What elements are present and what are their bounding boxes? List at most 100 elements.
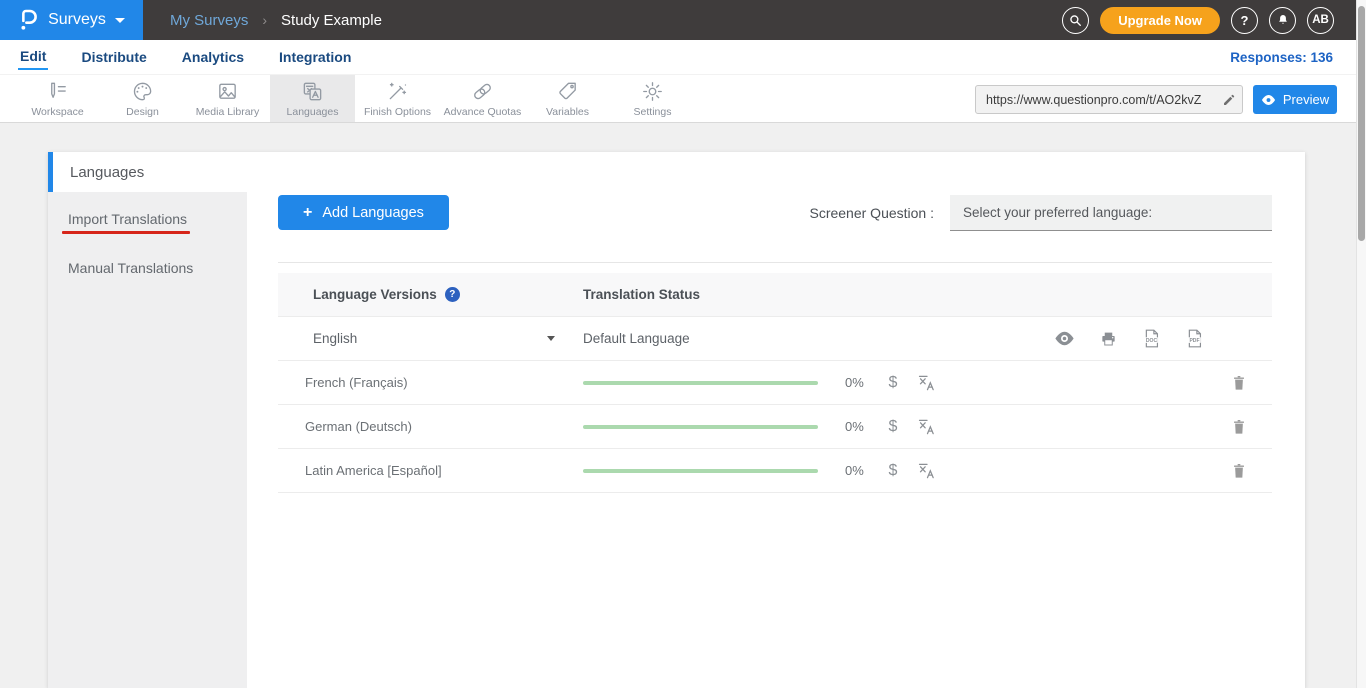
translation-progress-bar — [583, 469, 818, 473]
toolbar-item-label: Languages — [287, 106, 339, 118]
palette-icon — [131, 80, 154, 103]
sidebar-item-import-translations[interactable]: Import Translations — [48, 198, 247, 247]
language-name: German (Deutsch) — [278, 419, 583, 434]
breadcrumb-separator-icon: › — [262, 12, 267, 28]
translation-percent: 0% — [845, 463, 869, 478]
chevron-down-icon — [547, 336, 555, 341]
default-language-status: Default Language — [583, 331, 690, 346]
toolbar-item-settings[interactable]: Settings — [610, 75, 695, 122]
toolbar-item-design[interactable]: Design — [100, 75, 185, 122]
content-area: Languages Import Translations Manual Tra… — [0, 124, 1366, 688]
delete-trash-icon[interactable] — [1231, 374, 1247, 392]
tab-distribute[interactable]: Distribute — [79, 45, 148, 69]
questionpro-logo-icon — [18, 8, 39, 32]
toolbar-item-label: Advance Quotas — [444, 106, 522, 118]
paid-translation-icon[interactable]: $ — [883, 462, 903, 480]
languages-main: + Add Languages Screener Question : Sele… — [247, 192, 1305, 688]
sidebar-item-manual-translations[interactable]: Manual Translations — [48, 247, 247, 289]
image-icon — [216, 80, 239, 103]
table-row-german: German (Deutsch) 0% $ — [278, 405, 1272, 449]
survey-url-box — [975, 85, 1243, 114]
toolbar-item-label: Variables — [546, 106, 589, 118]
preview-button[interactable]: Preview — [1253, 85, 1337, 114]
auto-translate-icon[interactable] — [917, 373, 937, 393]
delete-trash-icon[interactable] — [1231, 462, 1247, 480]
search-icon — [1068, 13, 1083, 28]
screener-question-row: Screener Question : Select your preferre… — [809, 195, 1272, 231]
edit-url-button[interactable] — [1216, 86, 1242, 113]
export-pdf-icon[interactable]: PDF — [1185, 328, 1204, 349]
toolbar-item-label: Workspace — [31, 106, 83, 118]
col-translation-status: Translation Status — [583, 287, 700, 302]
delete-trash-icon[interactable] — [1231, 418, 1247, 436]
breadcrumb-my-surveys[interactable]: My Surveys — [170, 12, 248, 29]
pencil-icon — [1222, 93, 1236, 107]
survey-url-input[interactable] — [976, 93, 1216, 107]
toolbar-item-workspace[interactable]: Workspace — [15, 75, 100, 122]
toolbar-item-label: Settings — [634, 106, 672, 118]
upgrade-now-button[interactable]: Upgrade Now — [1100, 7, 1220, 34]
toolbar-item-variables[interactable]: Variables — [525, 75, 610, 122]
toolbar-item-label: Finish Options — [364, 106, 431, 118]
table-row-latin-america: Latin America [Español] 0% $ — [278, 449, 1272, 493]
section-tabs: Edit Distribute Analytics Integration Re… — [0, 40, 1366, 75]
screener-question-select[interactable]: Select your preferred language: — [950, 195, 1272, 231]
edit-toolbar: Workspace Design Media Library Languages… — [0, 75, 1366, 123]
translation-progress-bar — [583, 425, 818, 429]
eye-icon — [1261, 94, 1276, 106]
add-languages-label: Add Languages — [322, 205, 424, 221]
translation-percent: 0% — [845, 419, 869, 434]
surveys-menu[interactable]: Surveys — [0, 0, 143, 40]
translate-boxes-icon — [301, 80, 324, 103]
top-header: Surveys My Surveys › Study Example Upgra… — [0, 0, 1366, 40]
toolbar-item-advance-quotas[interactable]: Advance Quotas — [440, 75, 525, 122]
search-button[interactable] — [1062, 7, 1089, 34]
add-languages-button[interactable]: + Add Languages — [278, 195, 449, 230]
help-circle-icon[interactable]: ? — [445, 287, 460, 302]
magic-wand-icon — [386, 80, 409, 103]
languages-panel: Languages Import Translations Manual Tra… — [48, 152, 1305, 688]
red-annotation-underline — [62, 231, 190, 234]
table-top-divider — [278, 262, 1272, 263]
language-versions-table: Language Versions ? Translation Status E… — [278, 262, 1272, 493]
toolbar-item-finish-options[interactable]: Finish Options — [355, 75, 440, 122]
toolbar-item-label: Media Library — [196, 106, 260, 118]
table-row-french: French (Français) 0% $ — [278, 361, 1272, 405]
breadcrumb-current: Study Example — [281, 12, 382, 29]
app-title: Surveys — [48, 11, 106, 29]
tab-integration[interactable]: Integration — [277, 45, 353, 69]
translations-sidebar: Import Translations Manual Translations — [48, 192, 247, 688]
breadcrumb: My Surveys › Study Example — [170, 12, 382, 29]
paid-translation-icon[interactable]: $ — [883, 374, 903, 392]
panel-title: Languages — [53, 164, 144, 181]
bell-icon — [1276, 13, 1290, 27]
tab-analytics[interactable]: Analytics — [180, 45, 246, 69]
auto-translate-icon[interactable] — [917, 417, 937, 437]
screener-question-label: Screener Question : — [809, 205, 934, 221]
default-language-select[interactable]: English — [278, 331, 583, 346]
table-header-row: Language Versions ? Translation Status — [278, 273, 1272, 317]
translation-progress-bar — [583, 381, 818, 385]
col-language-versions: Language Versions — [313, 287, 437, 302]
export-doc-icon[interactable]: DOC — [1142, 328, 1161, 349]
chain-link-icon — [471, 80, 494, 103]
avatar[interactable]: AB — [1307, 7, 1334, 34]
auto-translate-icon[interactable] — [917, 461, 937, 481]
notifications-button[interactable] — [1269, 7, 1296, 34]
help-button[interactable]: ? — [1231, 7, 1258, 34]
scrollbar-thumb[interactable] — [1358, 6, 1365, 241]
responses-count[interactable]: Responses: 136 — [1230, 50, 1366, 65]
paid-translation-icon[interactable]: $ — [883, 418, 903, 436]
header-actions: Upgrade Now ? AB — [1062, 7, 1366, 34]
toolbar-item-media-library[interactable]: Media Library — [185, 75, 270, 122]
workspace-icon — [46, 80, 69, 103]
preview-button-label: Preview — [1283, 92, 1329, 107]
view-eye-icon[interactable] — [1054, 331, 1075, 346]
toolbar-item-languages[interactable]: Languages — [270, 75, 355, 122]
scrollbar[interactable] — [1356, 0, 1366, 688]
print-icon[interactable] — [1099, 330, 1118, 348]
tab-edit[interactable]: Edit — [18, 44, 48, 70]
tag-icon — [556, 80, 579, 103]
svg-text:DOC: DOC — [1146, 338, 1158, 344]
panel-title-row: Languages — [48, 152, 1305, 192]
